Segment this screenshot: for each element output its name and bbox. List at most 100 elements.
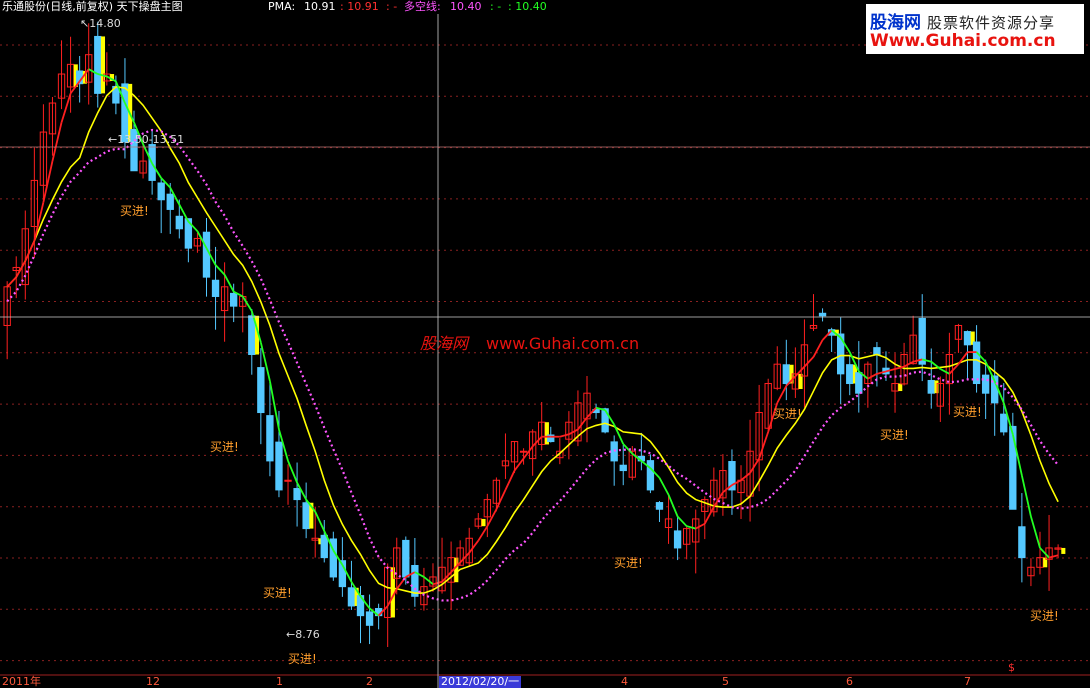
trend-line-segment [504,470,516,491]
trend-line-segment [695,522,706,530]
trend-line-segment [939,368,950,375]
candle-body [365,611,374,626]
trend-line-segment [477,525,489,542]
trend-line-segment [676,515,688,527]
candle-body [166,193,174,210]
buy-signal: 买进! [263,586,292,600]
high-annotation: ↖14.80 [80,17,121,30]
x-label: 12 [146,675,160,688]
duo-label: 多空线: [404,0,441,13]
trend-line-segment [667,494,679,517]
trend-line-segment [1030,516,1041,549]
trend-line-segment [658,477,670,496]
buy-signal: 买进! [120,204,149,218]
candle-body [402,539,410,578]
trend-line-segment [577,416,588,431]
trend-line-segment [903,360,914,368]
buy-signal: 买进! [953,405,982,419]
candle-body [229,292,238,307]
buy-signal: 买进! [614,556,643,570]
candle-body [1018,526,1026,559]
center-watermark-cn: 股海网 [420,334,469,353]
candle-body [873,347,881,356]
x-marker: $ [1008,661,1015,674]
mid-annotation: ←13.50-13.51 [108,133,185,146]
candle-body [293,488,301,501]
candle-body [855,372,863,394]
candle-body [918,317,926,365]
candle-body [266,415,274,462]
trend-line-segment [957,351,969,365]
trend-line-segment [15,260,27,278]
candle-body [646,460,655,491]
center-watermark: 股海网 www.Guhai.com.cn [420,330,639,354]
trend-line-segment [314,511,326,532]
trend-line-segment [432,580,443,586]
candle-body [782,364,790,385]
trend-line-segment [214,264,226,276]
separator-2: : - [490,0,502,13]
candle-body [846,364,854,385]
pma-value: 10.91 [304,0,336,13]
candle-body [202,231,211,278]
trend-line-segment [749,458,760,474]
signal-bar [934,380,939,394]
trend-line-segment [6,276,17,288]
trend-line-segment [459,552,470,564]
signal-bar [898,383,903,392]
candle-body [347,587,356,607]
trend-line-segment [803,356,815,368]
duo-value: 10.40 [450,0,482,13]
candle-body [655,502,664,510]
candle-body [157,182,165,201]
low-annotation: ←8.76 [286,628,320,641]
value-4: : 10.40 [508,0,547,13]
x-label: 2 [366,675,373,688]
x-label: 1 [276,675,283,688]
trend-line-segment [1039,547,1050,559]
brand-tagline: 股票软件资源分享 [927,14,1056,32]
site-watermark: 股海网 股票软件资源分享 Www.Guhai.com.cn [866,4,1084,54]
center-watermark-url: www.Guhai.com.cn [486,334,640,353]
trend-line-segment [867,373,878,380]
trend-line-segment [51,122,63,162]
trend-line-segment [1048,554,1059,559]
trend-line-segment [486,508,498,527]
candle-body [619,464,627,472]
pma-value-2: : 10.91 [340,0,379,13]
trend-line-segment [758,431,770,459]
candle-body [302,502,310,530]
trend-line-segment [703,506,715,525]
brand-url: Www.Guhai.com.cn [870,31,1056,51]
x-label: 4 [621,675,628,688]
trend-line-segment [568,428,579,436]
candle-body [257,367,265,414]
x-label: 6 [846,675,853,688]
buy-signal: 买进! [1030,609,1059,623]
trend-line-segment [559,433,570,438]
trend-line-segment [613,424,625,445]
signal-bar [1061,547,1066,554]
separator-1: : - [386,0,398,13]
buy-signal: 买进! [210,440,239,454]
x-label: 7 [964,675,971,688]
x-label: 5 [722,675,729,688]
trend-line-segment [740,472,751,481]
pma-label: PMA: [268,0,296,13]
x-label: 2011年 [2,675,41,688]
trend-line-segment [812,339,824,358]
brand-name: 股海网 [870,13,921,33]
candle-body [519,450,528,453]
signal-bar [481,518,486,527]
trend-line-segment [241,296,253,312]
candle-body [94,35,102,94]
candle-body [818,312,827,317]
trend-line-segment [42,160,54,203]
candle-body [1000,413,1008,433]
candle-body [927,379,935,394]
candle-body [411,565,419,597]
buy-signal: 买进! [288,652,317,666]
candle-body [1009,425,1017,510]
candle-body [981,374,990,394]
buy-signal: 买进! [773,407,802,421]
